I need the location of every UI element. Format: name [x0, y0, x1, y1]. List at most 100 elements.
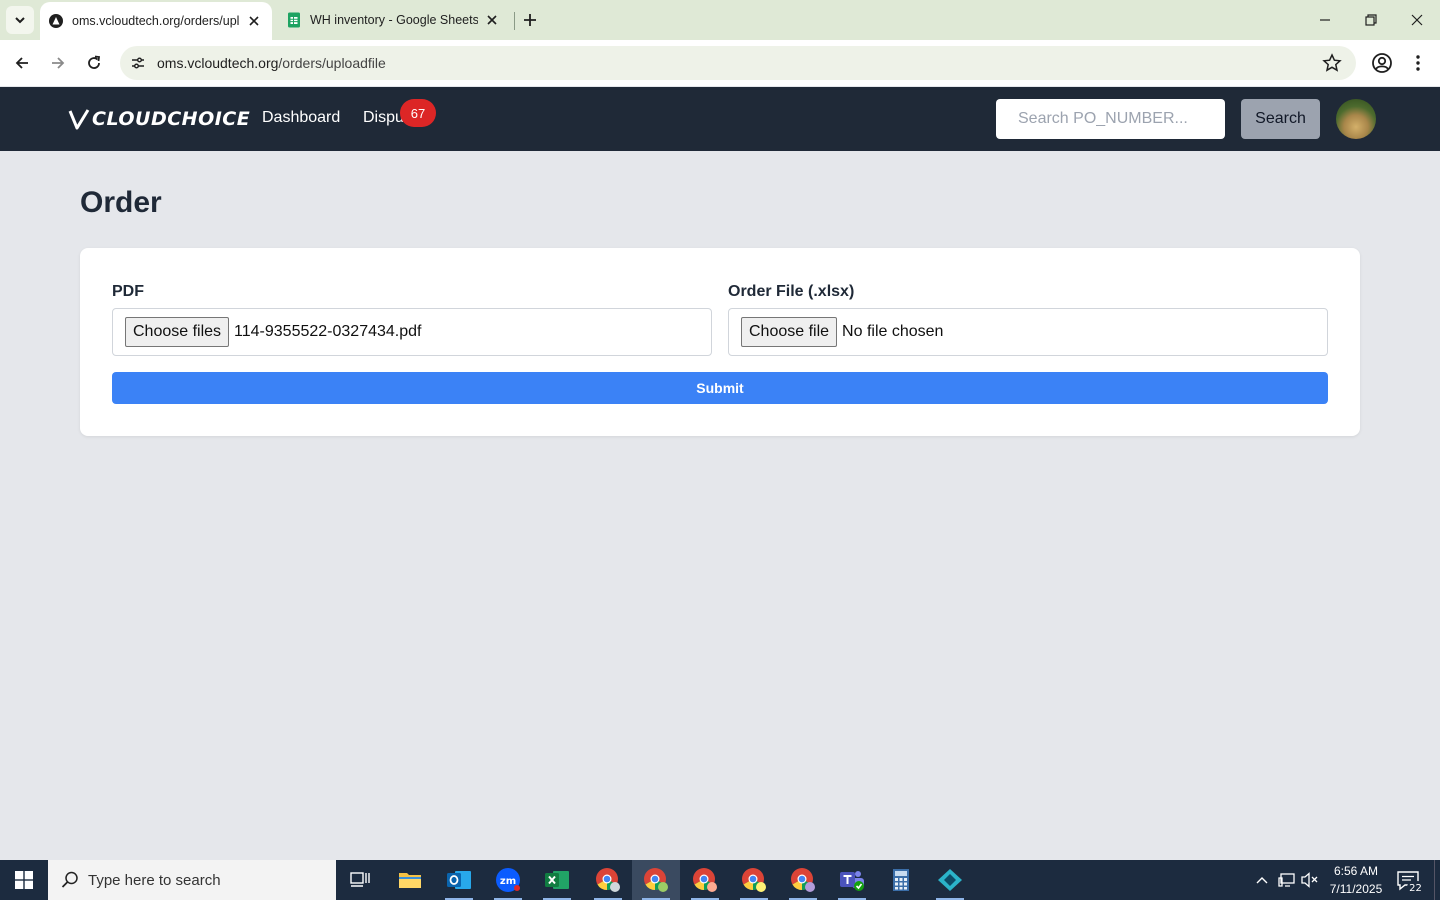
- show-desktop-button[interactable]: [1434, 860, 1440, 900]
- calculator-button[interactable]: [877, 860, 925, 900]
- notification-count: 22: [1409, 883, 1422, 894]
- pinned-app-button[interactable]: [926, 860, 974, 900]
- task-view-icon: [350, 872, 370, 887]
- site-info-icon[interactable]: [128, 53, 148, 73]
- chrome-icon: [693, 868, 717, 892]
- tab-search-button[interactable]: [6, 6, 34, 34]
- chrome-button[interactable]: [779, 860, 827, 900]
- outlook-button[interactable]: [435, 860, 483, 900]
- plus-icon: [524, 14, 536, 26]
- clock-date: 7/11/2025: [1329, 882, 1383, 896]
- forward-button[interactable]: [44, 49, 72, 77]
- chrome-button[interactable]: [681, 860, 729, 900]
- submit-button[interactable]: Submit: [112, 372, 1328, 404]
- bookmark-star-icon[interactable]: [1322, 53, 1342, 73]
- excel-button[interactable]: [533, 860, 581, 900]
- outlook-icon: [447, 871, 471, 889]
- close-tab-icon[interactable]: [484, 12, 500, 28]
- chrome-button-active[interactable]: [632, 860, 680, 900]
- minimize-button[interactable]: [1310, 6, 1340, 34]
- windows-taskbar: Type here to search zm 6:56 AM 7/11/2025…: [0, 860, 1440, 900]
- close-tab-icon[interactable]: [246, 13, 262, 29]
- reload-button[interactable]: [80, 49, 108, 77]
- disputes-count-badge: 67: [400, 99, 436, 127]
- search-icon: [61, 871, 78, 888]
- back-button[interactable]: [8, 49, 36, 77]
- page-title: Order: [80, 186, 162, 219]
- browser-menu-button[interactable]: [1408, 51, 1428, 75]
- order-file-field-label: Order File (.xlsx): [728, 283, 855, 300]
- tab-separator: [514, 12, 515, 30]
- tab-title: WH inventory - Google Sheets: [310, 13, 478, 27]
- choose-order-file-button[interactable]: Choose file: [741, 317, 838, 347]
- teams-button[interactable]: [828, 860, 876, 900]
- upload-form-card: PDF Choose files 114-9355522-0327434.pdf…: [80, 248, 1360, 436]
- restore-button[interactable]: [1356, 6, 1386, 34]
- volume-button[interactable]: [1300, 860, 1320, 900]
- reload-icon: [88, 55, 101, 69]
- chevron-up-icon: [1256, 877, 1268, 884]
- windows-logo-icon: [15, 871, 33, 889]
- network-button[interactable]: [1276, 860, 1298, 900]
- nav-dashboard-link[interactable]: Dashboard: [262, 109, 340, 127]
- address-bar[interactable]: oms.vcloudtech.org/orders/uploadfile: [120, 46, 1356, 80]
- show-hidden-icons-button[interactable]: [1252, 860, 1272, 900]
- new-tab-button[interactable]: [520, 10, 540, 30]
- notification-icon: 22: [1397, 871, 1424, 894]
- app-icon: [938, 869, 962, 891]
- zoom-button[interactable]: zm: [484, 860, 532, 900]
- taskbar-clock[interactable]: 6:56 AM 7/11/2025: [1322, 862, 1390, 898]
- volume-muted-icon: [1301, 872, 1318, 888]
- search-button[interactable]: Search: [1241, 99, 1320, 139]
- chrome-button[interactable]: [730, 860, 778, 900]
- browser-toolbar: oms.vcloudtech.org/orders/uploadfile: [0, 40, 1440, 86]
- nav-disputes-link[interactable]: Dispu: [363, 109, 404, 127]
- zoom-icon: zm: [496, 868, 520, 892]
- more-vertical-icon: [1416, 55, 1420, 71]
- svg-text:zm: zm: [500, 876, 516, 887]
- pdf-field-label: PDF: [112, 283, 144, 300]
- logo-mark-icon: [68, 109, 90, 130]
- user-avatar[interactable]: [1336, 99, 1376, 139]
- file-explorer-icon: [399, 873, 421, 888]
- teams-icon: [840, 871, 864, 891]
- choose-pdf-files-button[interactable]: Choose files: [125, 317, 230, 347]
- minimize-icon: [1320, 19, 1330, 21]
- clock-time: 6:56 AM: [1333, 864, 1379, 878]
- profile-icon[interactable]: [1370, 51, 1394, 75]
- restore-icon: [1365, 14, 1377, 26]
- chrome-icon: [791, 868, 815, 892]
- tab-title: oms.vcloudtech.org/orders/uploadfile: [72, 14, 240, 28]
- po-number-search-input[interactable]: [996, 99, 1225, 139]
- task-view-button[interactable]: [336, 860, 384, 900]
- excel-icon: [545, 871, 569, 889]
- chevron-down-icon: [15, 17, 25, 24]
- arrow-right-icon: [52, 57, 65, 69]
- close-window-button[interactable]: [1402, 6, 1432, 34]
- chrome-button[interactable]: [584, 860, 632, 900]
- order-file-input[interactable]: Choose file No file chosen: [728, 308, 1328, 356]
- chrome-icon: [596, 868, 620, 892]
- chrome-icon: [742, 868, 766, 892]
- file-explorer-button[interactable]: [386, 860, 434, 900]
- logo-text: CLOUDCHOICE: [92, 108, 251, 130]
- browser-tab[interactable]: WH inventory - Google Sheets: [278, 0, 510, 40]
- browser-tab-active[interactable]: oms.vcloudtech.org/orders/uploadfile: [40, 2, 272, 40]
- network-icon: [1278, 873, 1295, 887]
- google-sheets-icon: [288, 12, 300, 28]
- start-button[interactable]: [0, 860, 48, 900]
- app-header: CLOUDCHOICE Dashboard Dispu 67 Search: [0, 87, 1440, 151]
- browser-tab-strip: oms.vcloudtech.org/orders/uploadfile WH …: [0, 0, 1440, 40]
- url-text: oms.vcloudtech.org/orders/uploadfile: [157, 55, 386, 71]
- close-icon: [1411, 14, 1423, 26]
- pdf-file-input[interactable]: Choose files 114-9355522-0327434.pdf: [112, 308, 712, 356]
- brand-logo[interactable]: CLOUDCHOICE: [68, 107, 250, 131]
- pdf-selected-file-name: 114-9355522-0327434.pdf: [234, 323, 422, 340]
- arrow-left-icon: [15, 57, 28, 69]
- taskbar-search-box[interactable]: Type here to search: [48, 860, 336, 900]
- order-file-status: No file chosen: [842, 323, 944, 340]
- site-favicon-icon: [49, 14, 63, 28]
- notification-center-button[interactable]: 22: [1396, 868, 1424, 894]
- calculator-icon: [893, 869, 909, 891]
- chrome-icon: [644, 868, 668, 892]
